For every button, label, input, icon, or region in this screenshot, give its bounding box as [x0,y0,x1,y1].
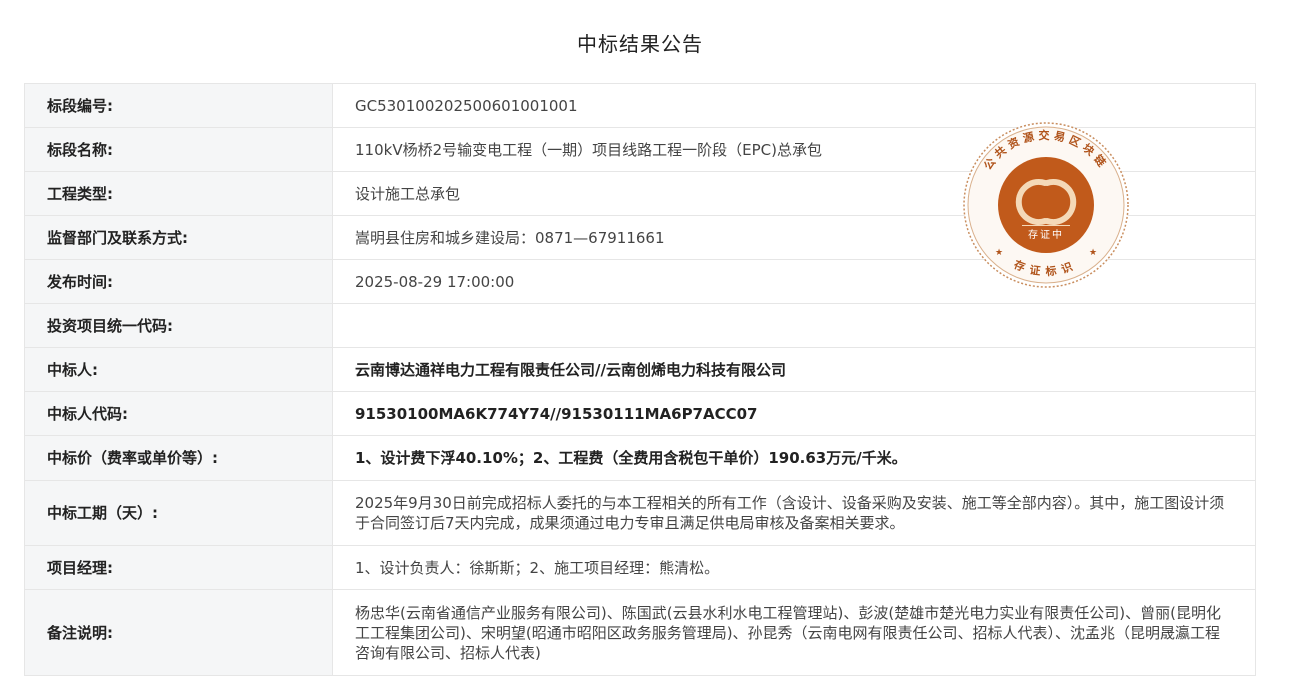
table-row: 项目经理: 1、设计负责人：徐斯斯；2、施工项目经理：熊清松。 [24,545,1256,590]
row-label-winner-code: 中标人代码: [24,391,333,436]
table-row: 中标人: 云南博达通祥电力工程有限责任公司//云南创烯电力科技有限公司 [24,347,1256,392]
table-row: 备注说明: 杨忠华(云南省通信产业服务有限公司)、陈国武(云县水利水电工程管理站… [24,589,1256,676]
row-label-remarks: 备注说明: [24,589,333,676]
row-label-project-code: 投资项目统一代码: [24,303,333,348]
row-value-remarks: 杨忠华(云南省通信产业服务有限公司)、陈国武(云县水利水电工程管理站)、彭波(楚… [332,589,1256,676]
row-value-duration: 2025年9月30日前完成招标人委托的与本工程相关的所有工作（含设计、设备采购及… [332,480,1256,546]
table-row: 中标工期（天）: 2025年9月30日前完成招标人委托的与本工程相关的所有工作（… [24,480,1256,546]
table-row: 中标价（费率或单价等）: 1、设计费下浮40.10%；2、工程费（全费用含税包干… [24,435,1256,481]
row-label-price: 中标价（费率或单价等）: [24,435,333,481]
row-value-project-code [332,303,1256,348]
row-label-manager: 项目经理: [24,545,333,590]
row-label-section-name: 标段名称: [24,127,333,172]
row-label-publish-time: 发布时间: [24,259,333,304]
row-value-winner: 云南博达通祥电力工程有限责任公司//云南创烯电力科技有限公司 [332,347,1256,392]
row-label-project-type: 工程类型: [24,171,333,216]
row-label-section-no: 标段编号: [24,83,333,128]
star-icon: ★ [995,248,1003,258]
blockchain-seal: 公共资源交易区块链 存证标识 ★ ★ 存证中 [963,122,1129,288]
row-label-duration: 中标工期（天）: [24,480,333,546]
row-value-price: 1、设计费下浮40.10%；2、工程费（全费用含税包干单价）190.63万元/千… [332,435,1256,481]
star-icon: ★ [1089,248,1097,258]
row-value-winner-code: 91530100MA6K774Y74//91530111MA6P7ACC07 [332,391,1256,436]
table-row: 投资项目统一代码: [24,303,1256,348]
row-label-supervisor: 监督部门及联系方式: [24,215,333,260]
row-value-manager: 1、设计负责人：徐斯斯；2、施工项目经理：熊清松。 [332,545,1256,590]
row-label-winner: 中标人: [24,347,333,392]
seal-center-text: 存证中 [1028,228,1064,241]
page-title: 中标结果公告 [577,32,703,56]
table-row: 中标人代码: 91530100MA6K774Y74//91530111MA6P7… [24,391,1256,436]
